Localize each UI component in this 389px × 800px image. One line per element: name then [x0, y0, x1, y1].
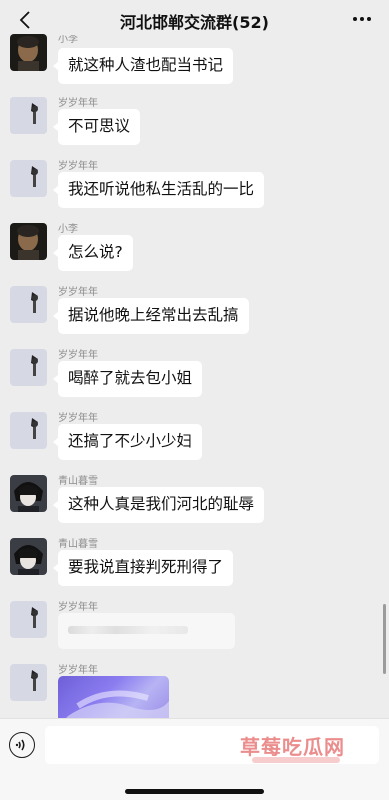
- chat-scrollbar[interactable]: [383, 604, 386, 674]
- avatar-suisuiniannian[interactable]: [10, 412, 47, 449]
- watermark-text: 草莓吃瓜网: [240, 735, 345, 759]
- avatar-suisuiniannian[interactable]: [10, 160, 47, 197]
- input-bar: 草莓吃瓜网: [0, 718, 389, 800]
- avatar-suisuiniannian[interactable]: [10, 601, 47, 638]
- avatar-qingshanmuxue[interactable]: [10, 538, 47, 575]
- avatar-suisuiniannian[interactable]: [10, 97, 47, 134]
- chat-title: 河北邯郸交流群(52): [120, 13, 269, 32]
- message-bubble[interactable]: 据说他晚上经常出去乱搞: [53, 298, 249, 334]
- message-bubble[interactable]: 怎么说?: [53, 235, 133, 271]
- home-indicator[interactable]: [125, 789, 264, 794]
- message-bubble[interactable]: 喝醉了就去包小姐: [52, 361, 203, 397]
- sender-name: 岁岁年年: [58, 161, 98, 172]
- more-dots-icon[interactable]: [351, 8, 373, 30]
- sender-name: 岁岁年年: [58, 665, 98, 676]
- sender-name: 青山暮雪: [58, 476, 98, 487]
- sender-name: 岁岁年年: [58, 602, 98, 613]
- avatar-suisuiniannian[interactable]: [10, 349, 47, 386]
- chat-header: 河北邯郸交流群(52): [0, 0, 389, 40]
- sender-name: 岁岁年年: [58, 287, 98, 298]
- avatar-qingshanmuxue[interactable]: [10, 475, 47, 512]
- avatar-xiaoli[interactable]: [10, 223, 47, 260]
- avatar-xiaoli[interactable]: [10, 34, 47, 71]
- avatar-suisuiniannian[interactable]: [10, 286, 47, 323]
- sender-name: 青山暮雪: [58, 539, 98, 550]
- sender-name: 岁岁年年: [58, 413, 98, 424]
- avatar-suisuiniannian[interactable]: [10, 664, 47, 701]
- message-bubble[interactable]: 还搞了不少小少妇: [52, 424, 203, 460]
- message-bubble[interactable]: 我还听说他私生活乱的一比: [52, 172, 265, 208]
- message-bubble[interactable]: 就这种人渣也配当书记: [52, 48, 234, 84]
- message-bubble[interactable]: 要我说直接判死刑得了: [52, 550, 234, 586]
- blurred-text: [68, 626, 188, 634]
- sender-name: 小李: [58, 224, 78, 235]
- blurred-message-bubble[interactable]: [58, 613, 235, 649]
- sender-name: 岁岁年年: [58, 98, 98, 109]
- voice-input-icon[interactable]: [9, 732, 35, 758]
- watermark-underline: [252, 757, 340, 763]
- message-bubble[interactable]: 这种人真是我们河北的耻辱: [52, 487, 265, 523]
- message-bubble[interactable]: 不可思议: [52, 109, 141, 145]
- sender-name: 岁岁年年: [58, 350, 98, 361]
